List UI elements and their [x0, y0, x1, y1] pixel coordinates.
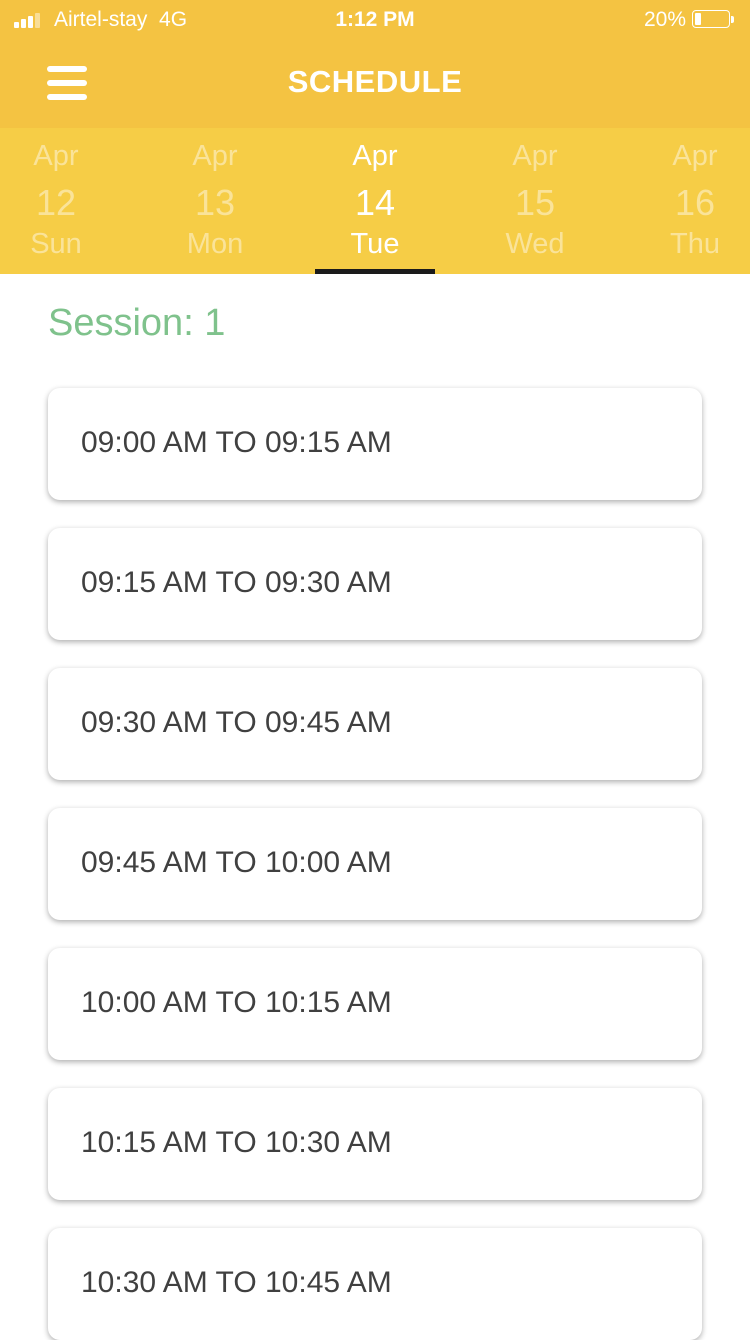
date-tab-apr-13[interactable]: Apr 13 Mon [155, 128, 275, 274]
date-tab-apr-15[interactable]: Apr 15 Wed [475, 128, 595, 274]
date-tab-apr-16[interactable]: Apr 16 Thu [635, 128, 750, 274]
time-slot-label: 09:45 AM TO 10:00 AM [81, 846, 392, 879]
status-bar: Airtel-stay 4G 1:12 PM 20% [0, 0, 750, 40]
app-header: Airtel-stay 4G 1:12 PM 20% SCHEDULE [0, 0, 750, 128]
time-slot-card[interactable]: 10:30 AM TO 10:45 AM [48, 1228, 702, 1340]
date-month: Apr [33, 140, 79, 172]
date-weekday: Thu [670, 228, 720, 260]
time-slot-card[interactable]: 09:15 AM TO 09:30 AM [48, 528, 702, 640]
time-slot-card[interactable]: 09:00 AM TO 09:15 AM [48, 388, 702, 500]
date-month: Apr [512, 140, 558, 172]
time-slot-card[interactable]: 09:45 AM TO 10:00 AM [48, 808, 702, 920]
session-title: Session: 1 [48, 302, 226, 344]
battery-icon [692, 10, 736, 30]
date-day: 16 [674, 182, 716, 223]
date-weekday: Mon [186, 228, 244, 260]
time-slot-card[interactable]: 10:00 AM TO 10:15 AM [48, 948, 702, 1060]
time-slot-label: 10:00 AM TO 10:15 AM [81, 986, 392, 1019]
date-tab-apr-14[interactable]: Apr 14 Tue [315, 128, 435, 274]
page-title: SCHEDULE [287, 64, 463, 99]
time-slot-card[interactable]: 09:30 AM TO 09:45 AM [48, 668, 702, 780]
status-time: 1:12 PM [335, 8, 415, 31]
date-tab-apr-12[interactable]: Apr 12 Sun [0, 128, 116, 274]
battery-percentage: 20% [643, 8, 686, 31]
time-slot-card[interactable]: 10:15 AM TO 10:30 AM [48, 1088, 702, 1200]
time-slot-label: 09:30 AM TO 09:45 AM [81, 706, 392, 739]
date-day: 15 [514, 182, 556, 223]
date-weekday: Wed [505, 228, 565, 260]
date-month: Apr [352, 140, 398, 172]
date-selector: Apr 12 Sun Apr 13 Mon Apr 14 Tue Apr 15 … [0, 128, 750, 274]
selected-date-indicator [315, 269, 435, 274]
date-day: 13 [194, 182, 236, 223]
date-day: 12 [35, 182, 77, 223]
date-month: Apr [672, 140, 718, 172]
date-day: 14 [354, 182, 396, 223]
date-month: Apr [192, 140, 238, 172]
time-slot-label: 09:15 AM TO 09:30 AM [81, 566, 392, 599]
time-slot-label: 09:00 AM TO 09:15 AM [81, 426, 392, 459]
time-slot-label: 10:30 AM TO 10:45 AM [81, 1266, 392, 1299]
date-weekday: Tue [350, 228, 400, 260]
time-slot-label: 10:15 AM TO 10:30 AM [81, 1126, 392, 1159]
date-weekday: Sun [30, 228, 82, 260]
